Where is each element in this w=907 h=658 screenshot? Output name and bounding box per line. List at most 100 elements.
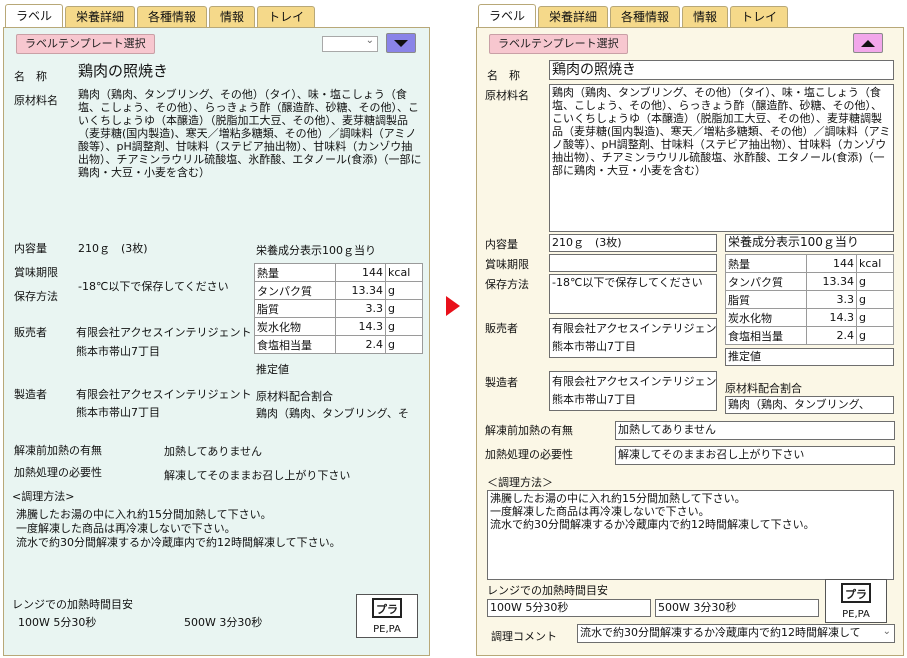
range-heading: レンジでの加熱時間目安 bbox=[12, 598, 133, 611]
nutrient-value[interactable]: 3.3 bbox=[806, 290, 858, 309]
storage-input[interactable]: -18℃以下で保存してください bbox=[549, 274, 717, 314]
ratio-input[interactable]: 鶏肉（鶏肉、タンブリング、 bbox=[725, 396, 894, 414]
content-value: 210ｇ (3枚) bbox=[78, 242, 148, 255]
nutrient-unit[interactable]: kcal bbox=[856, 254, 894, 273]
ingredients-textarea[interactable]: 鶏肉（鶏肉、タンブリング、その他）（タイ）、味・塩こしょう（食塩、こしょう、その… bbox=[549, 84, 894, 232]
product-name-value: 鶏肉の照焼き bbox=[78, 62, 169, 80]
nutrient-unit[interactable]: g bbox=[856, 290, 894, 309]
nutrient-value: 14.3 bbox=[335, 317, 387, 336]
nutrient-value: 13.34 bbox=[335, 281, 387, 300]
template-dropdown[interactable]: ⌄ bbox=[322, 35, 378, 52]
nutrition-row: タンパク質 13.34 g bbox=[724, 272, 894, 291]
collapse-toggle-button[interactable] bbox=[386, 33, 416, 53]
nutrition-row: 炭水化物 14.3 g bbox=[724, 308, 894, 327]
tab-nutrition-detail[interactable]: 栄養詳細 bbox=[538, 6, 609, 28]
nutrient-name[interactable]: タンパク質 bbox=[724, 272, 808, 291]
nutrient-name[interactable]: 脂質 bbox=[724, 290, 808, 309]
nutrition-table: 熱量 144 kcal タンパク質 13.34 g 脂質 3.3 g 炭水化物 14.3 g 食… bbox=[253, 263, 423, 354]
range-500w-input[interactable]: 500W 3分30秒 bbox=[655, 599, 819, 617]
nutrient-value[interactable]: 2.4 bbox=[806, 326, 858, 345]
maker-name: 有限会社アクセスインテリジェント bbox=[552, 375, 717, 388]
recycle-icon: プラ bbox=[841, 583, 871, 603]
tab-tray[interactable]: トレイ bbox=[730, 6, 789, 28]
nutrient-unit: g bbox=[385, 299, 423, 318]
nutrient-name[interactable]: 熱量 bbox=[724, 254, 808, 273]
nutrient-value: 3.3 bbox=[335, 299, 387, 318]
nutrient-value[interactable]: 144 bbox=[806, 254, 858, 273]
nutrition-row: 熱量 144 kcal bbox=[724, 254, 894, 273]
comment-value: 流水で約30分間解凍するか冷蔵庫内で約12時間解凍して bbox=[580, 626, 861, 639]
maker-label: 製造者 bbox=[14, 388, 47, 401]
storage-label: 保存方法 bbox=[14, 290, 58, 303]
triangle-down-icon bbox=[394, 40, 408, 47]
product-name-input[interactable]: 鶏肉の照焼き bbox=[549, 60, 894, 80]
estimated-input[interactable]: 推定値 bbox=[725, 348, 894, 366]
seller-name: 有限会社アクセスインテリジェント bbox=[552, 322, 717, 335]
triangle-up-icon bbox=[861, 40, 875, 47]
expand-toggle-button[interactable] bbox=[853, 33, 883, 53]
ratio-label: 原材料配合割合 bbox=[725, 382, 802, 395]
nutrient-unit: g bbox=[385, 335, 423, 354]
range-500w: 500W 3分30秒 bbox=[184, 616, 263, 629]
method-textarea[interactable]: 沸騰したお湯の中に入れ約15分間加熱して下さい。 一度解凍した商品は再冷凍しない… bbox=[487, 490, 894, 580]
template-select-button[interactable]: ラベルテンプレート選択 bbox=[16, 34, 155, 54]
arrow-right-icon bbox=[446, 296, 460, 316]
maker-address: 熊本市帯山7丁目 bbox=[76, 406, 160, 419]
seller-input[interactable]: 有限会社アクセスインテリジェント 熊本市帯山7丁目 bbox=[549, 318, 717, 358]
nutrient-name[interactable]: 食塩相当量 bbox=[724, 326, 808, 345]
nutrient-unit[interactable]: g bbox=[856, 308, 894, 327]
ratio-label: 原材料配合割合 bbox=[256, 390, 333, 403]
seller-label: 販売者 bbox=[485, 322, 518, 335]
recycle-mark: プラ PE,PA bbox=[825, 579, 887, 623]
method-line-1: 沸騰したお湯の中に入れ約15分間加熱して下さい。 bbox=[490, 492, 746, 505]
tab-various-info[interactable]: 各種情報 bbox=[137, 6, 208, 28]
tab-nutrition-detail[interactable]: 栄養詳細 bbox=[65, 6, 136, 28]
content-input[interactable]: 210ｇ (3枚) bbox=[549, 234, 717, 252]
nutrition-row: タンパク質 13.34 g bbox=[253, 281, 423, 300]
thaw-value: 加熱してありません bbox=[164, 445, 263, 458]
nutrition-row: 食塩相当量 2.4 g bbox=[253, 335, 423, 354]
nutrient-name: 脂質 bbox=[253, 299, 337, 318]
tab-info[interactable]: 情報 bbox=[209, 6, 256, 28]
nutrient-value[interactable]: 13.34 bbox=[806, 272, 858, 291]
recycle-mark: プラ PE,PA bbox=[356, 594, 418, 638]
chevron-down-icon: ⌄ bbox=[365, 35, 374, 46]
nutrition-title: 栄養成分表示100ｇ当り bbox=[256, 244, 376, 257]
tab-various-info[interactable]: 各種情報 bbox=[610, 6, 681, 28]
heat-value: 解凍してそのままお召し上がり下さい bbox=[164, 469, 351, 482]
nutrient-unit[interactable]: g bbox=[856, 272, 894, 291]
nutrient-unit[interactable]: g bbox=[856, 326, 894, 345]
maker-input[interactable]: 有限会社アクセスインテリジェント 熊本市帯山7丁目 bbox=[549, 371, 717, 411]
range-100w-input[interactable]: 100W 5分30秒 bbox=[487, 599, 651, 617]
method-heading: <調理方法> bbox=[12, 490, 75, 503]
heat-label: 加熱処理の必要性 bbox=[485, 448, 573, 461]
thaw-input[interactable]: 加熱してありません bbox=[615, 421, 895, 440]
heat-input[interactable]: 解凍してそのままお召し上がり下さい bbox=[615, 446, 895, 465]
tab-tray[interactable]: トレイ bbox=[257, 6, 316, 28]
storage-label: 保存方法 bbox=[485, 278, 529, 291]
method-heading: ＜調理方法＞ bbox=[487, 476, 553, 489]
maker-address: 熊本市帯山7丁目 bbox=[552, 393, 636, 406]
expiry-input[interactable] bbox=[549, 254, 717, 272]
nutrient-name[interactable]: 炭水化物 bbox=[724, 308, 808, 327]
nutrition-title-input[interactable]: 栄養成分表示100ｇ当り bbox=[725, 234, 894, 252]
nutrient-value[interactable]: 14.3 bbox=[806, 308, 858, 327]
thaw-label: 解凍前加熱の有無 bbox=[14, 444, 102, 457]
tab-info[interactable]: 情報 bbox=[682, 6, 729, 28]
nutrient-name: タンパク質 bbox=[253, 281, 337, 300]
nutrient-name: 食塩相当量 bbox=[253, 335, 337, 354]
seller-address: 熊本市帯山7丁目 bbox=[552, 340, 636, 353]
range-heading: レンジでの加熱時間目安 bbox=[487, 584, 608, 597]
seller-address: 熊本市帯山7丁目 bbox=[76, 345, 160, 358]
template-select-button[interactable]: ラベルテンプレート選択 bbox=[489, 34, 628, 54]
content-label: 内容量 bbox=[14, 242, 47, 255]
recycle-icon: プラ bbox=[372, 598, 402, 618]
range-100w: 100W 5分30秒 bbox=[18, 616, 97, 629]
estimated-value-note: 推定値 bbox=[256, 363, 289, 376]
comment-select[interactable]: 流水で約30分間解凍するか冷蔵庫内で約12時間解凍して ⌄ bbox=[577, 624, 895, 643]
recycle-material: PE,PA bbox=[373, 624, 401, 635]
tab-label[interactable]: ラベル bbox=[478, 4, 537, 28]
tab-label[interactable]: ラベル bbox=[5, 4, 64, 28]
method-line-3: 流水で約30分間解凍するか冷蔵庫内で約12時間解凍して下さい。 bbox=[16, 536, 341, 549]
nutrient-name: 熱量 bbox=[253, 263, 337, 282]
